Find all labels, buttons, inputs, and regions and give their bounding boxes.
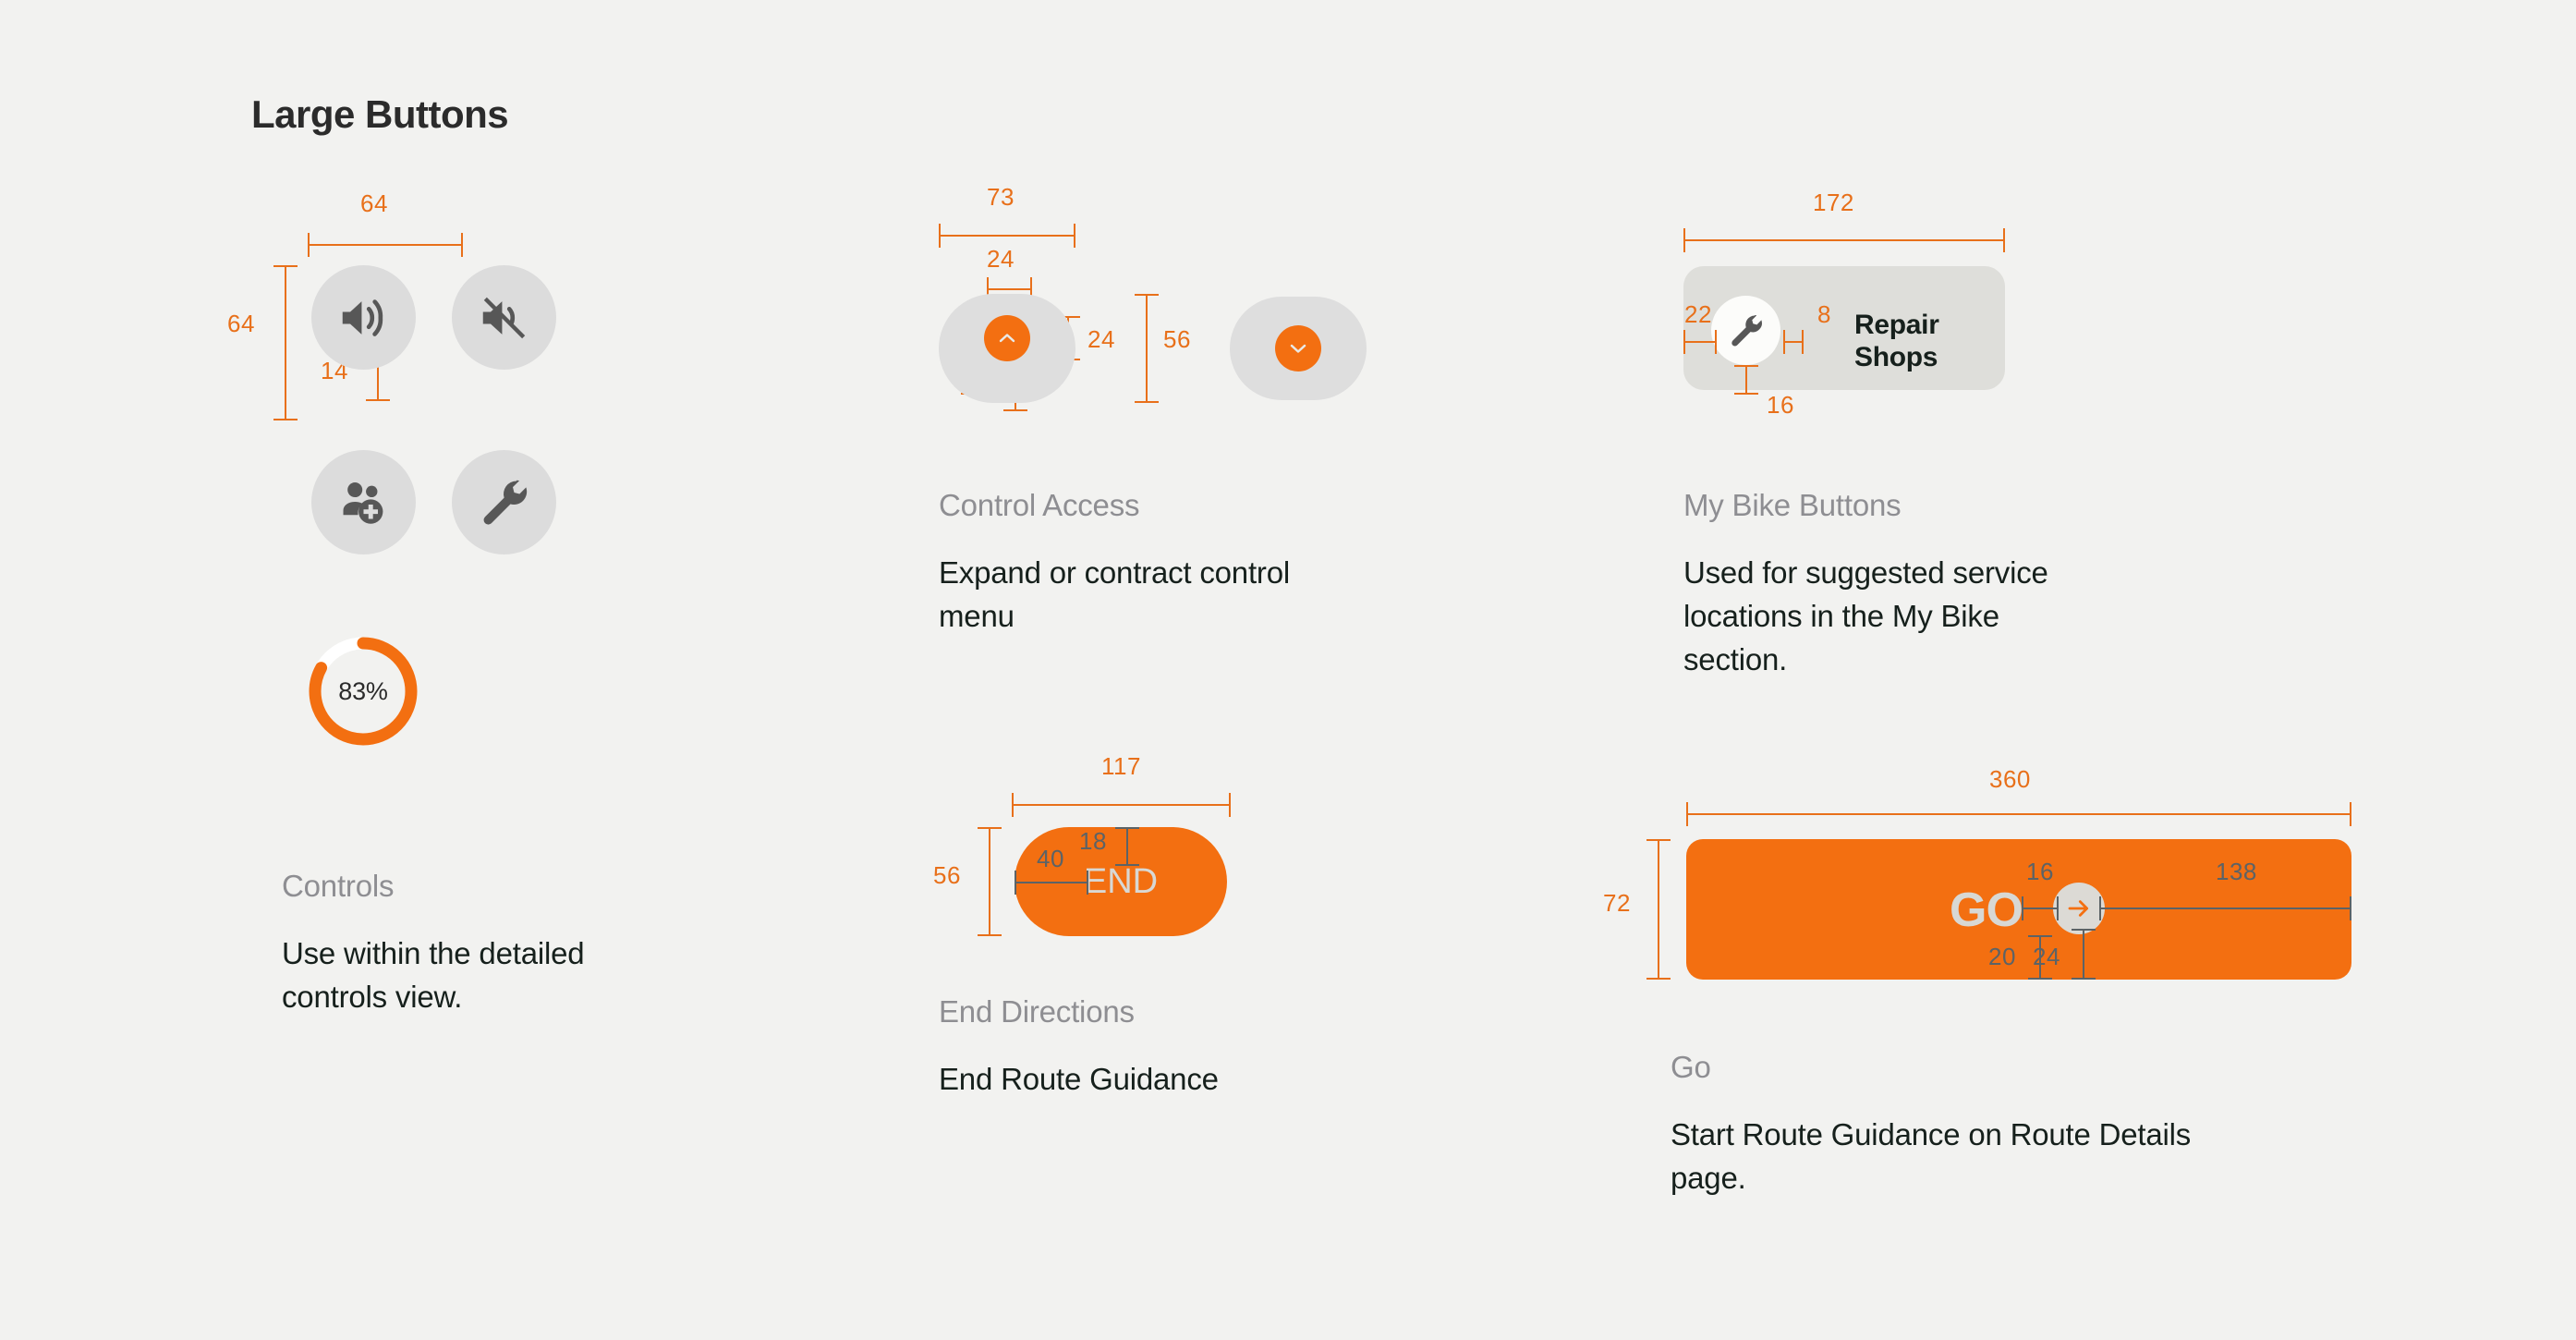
wrench-icon: [1727, 311, 1766, 350]
dimension-card-bottom: [1734, 365, 1758, 395]
contract-control-menu-button[interactable]: [1275, 325, 1321, 372]
control-button-add-rider[interactable]: [311, 450, 416, 554]
dimension-end-text-top: [1115, 827, 1139, 866]
caption-control-access-body: Expand or contract control menu: [939, 555, 1291, 633]
caption-end-directions: End Directions End Route Guidance: [939, 994, 1327, 1101]
battery-progress-value: 83%: [338, 676, 388, 705]
caption-controls-label: Controls: [282, 869, 395, 903]
dimension-card-gap: [1783, 330, 1804, 354]
dimension-pill-icon-size-label: 24: [1088, 325, 1115, 353]
dimension-pill-inner-top-label: 24: [987, 245, 1015, 273]
go-button-arrow-circle: [2053, 883, 2105, 934]
dimension-go-width: [1686, 802, 2351, 826]
caption-controls-body: Use within the detailed controls view.: [282, 936, 585, 1014]
end-route-button-label: END: [1083, 861, 1159, 901]
battery-progress-ring: 83%: [305, 633, 421, 749]
caption-my-bike: My Bike Buttons Used for suggested servi…: [1683, 488, 2053, 681]
go-button-label: GO: [1950, 883, 2023, 937]
dimension-go-trailing: [2099, 896, 2351, 920]
dimension-go-arrow-size-label: 24: [2033, 943, 2060, 970]
dimension-go-arrow-inner-label: 20: [1988, 943, 2016, 970]
dimension-end-text-top-label: 18: [1079, 827, 1107, 855]
dimension-go-height-label: 72: [1603, 889, 1631, 917]
dimension-go-gap-label: 16: [2026, 858, 2054, 885]
dimension-card-padding-left-label: 22: [1684, 300, 1712, 328]
repair-shops-icon-circle: [1711, 296, 1780, 365]
dimension-go-arrow-size: [2072, 929, 2096, 980]
arrow-right-icon: [2064, 894, 2094, 923]
dimension-end-padding-left: [1015, 871, 1088, 895]
dimension-end-padding-left-label: 40: [1037, 845, 1064, 872]
caption-end-directions-label: End Directions: [939, 994, 1135, 1029]
dimension-go-height: [1646, 839, 1671, 980]
dimension-end-width: [1012, 793, 1231, 817]
dimension-pill-height-label: 56: [1163, 325, 1191, 353]
dimension-end-height: [978, 827, 1002, 936]
repair-shops-title: Repair Shops: [1854, 309, 1939, 373]
speaker-muted-icon: [476, 289, 533, 347]
dimension-end-width-label: 117: [1101, 752, 1141, 780]
dimension-go-width-label: 360: [1989, 765, 2031, 793]
dimension-controls-width: [308, 233, 463, 257]
caption-go-label: Go: [1671, 1050, 1711, 1084]
caption-controls: Controls Use within the detailed control…: [282, 869, 614, 1018]
chevron-up-icon: [994, 325, 1020, 351]
dimension-go-trailing-label: 138: [2216, 858, 2257, 885]
dimension-pill-width-label: 73: [987, 183, 1015, 211]
control-button-volume-muted[interactable]: [452, 265, 556, 370]
caption-go-body: Start Route Guidance on Route Details pa…: [1671, 1117, 2192, 1195]
dimension-go-gap: [2022, 896, 2059, 920]
caption-control-access-label: Control Access: [939, 488, 1140, 522]
people-add-icon: [335, 474, 393, 531]
dimension-controls-height-label: 64: [227, 310, 255, 337]
dimension-card-bottom-label: 16: [1767, 391, 1794, 419]
caption-control-access: Control Access Expand or contract contro…: [939, 488, 1308, 638]
dimension-pill-height: [1135, 294, 1159, 403]
dimension-end-height-label: 56: [933, 861, 961, 889]
design-spec-canvas: Large Buttons 64 64 14 83% Controls Use …: [0, 0, 2576, 1340]
expand-control-menu-button[interactable]: [984, 315, 1030, 361]
caption-end-directions-body: End Route Guidance: [939, 1062, 1219, 1096]
repair-shops-title-line1: Repair: [1854, 310, 1939, 340]
dimension-card-width: [1683, 228, 2005, 252]
dimension-card-padding-left: [1683, 330, 1717, 354]
caption-my-bike-body: Used for suggested service locations in …: [1683, 555, 2048, 676]
control-button-service[interactable]: [452, 450, 556, 554]
control-button-volume-on[interactable]: [311, 265, 416, 370]
dimension-controls-height: [273, 265, 298, 420]
dimension-controls-width-label: 64: [360, 189, 388, 217]
wrench-icon: [477, 475, 532, 530]
dimension-card-gap-label: 8: [1817, 300, 1831, 328]
caption-go: Go Start Route Guidance on Route Details…: [1671, 1050, 2225, 1200]
dimension-card-width-label: 172: [1813, 189, 1854, 216]
speaker-on-icon: [335, 289, 393, 347]
chevron-down-icon: [1285, 335, 1311, 361]
page-title: Large Buttons: [251, 92, 509, 136]
caption-my-bike-label: My Bike Buttons: [1683, 488, 1902, 522]
repair-shops-title-line2: Shops: [1854, 342, 1938, 372]
